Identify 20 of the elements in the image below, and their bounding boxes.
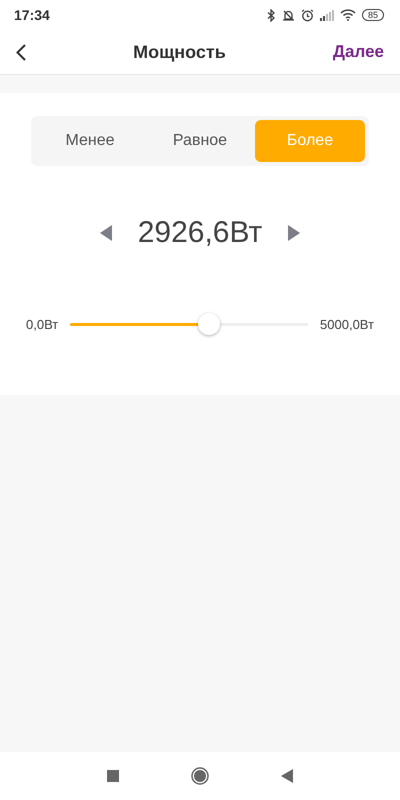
home-icon[interactable] xyxy=(191,767,209,785)
next-link[interactable]: Далее xyxy=(332,42,384,62)
increase-icon[interactable] xyxy=(288,225,300,241)
back-icon[interactable] xyxy=(16,44,26,60)
page-title: Мощность xyxy=(133,42,226,62)
bluetooth-icon xyxy=(266,8,276,22)
slider-thumb[interactable] xyxy=(198,313,220,335)
muted-bell-icon xyxy=(282,8,295,22)
signal-icon xyxy=(320,9,334,21)
segment-tab[interactable]: Равное xyxy=(145,120,255,162)
status-time: 17:34 xyxy=(14,7,50,23)
segment-tab[interactable]: Менее xyxy=(35,120,145,162)
alarm-icon xyxy=(300,8,314,22)
wifi-icon xyxy=(340,9,356,21)
decrease-icon[interactable] xyxy=(100,225,112,241)
back-nav-icon[interactable] xyxy=(281,769,293,783)
battery-indicator: 85 xyxy=(362,9,384,21)
power-value: 2926,6Вт xyxy=(138,216,262,250)
max-label: 5000,0Вт xyxy=(320,316,374,332)
min-label: 0,0Вт xyxy=(26,316,58,332)
